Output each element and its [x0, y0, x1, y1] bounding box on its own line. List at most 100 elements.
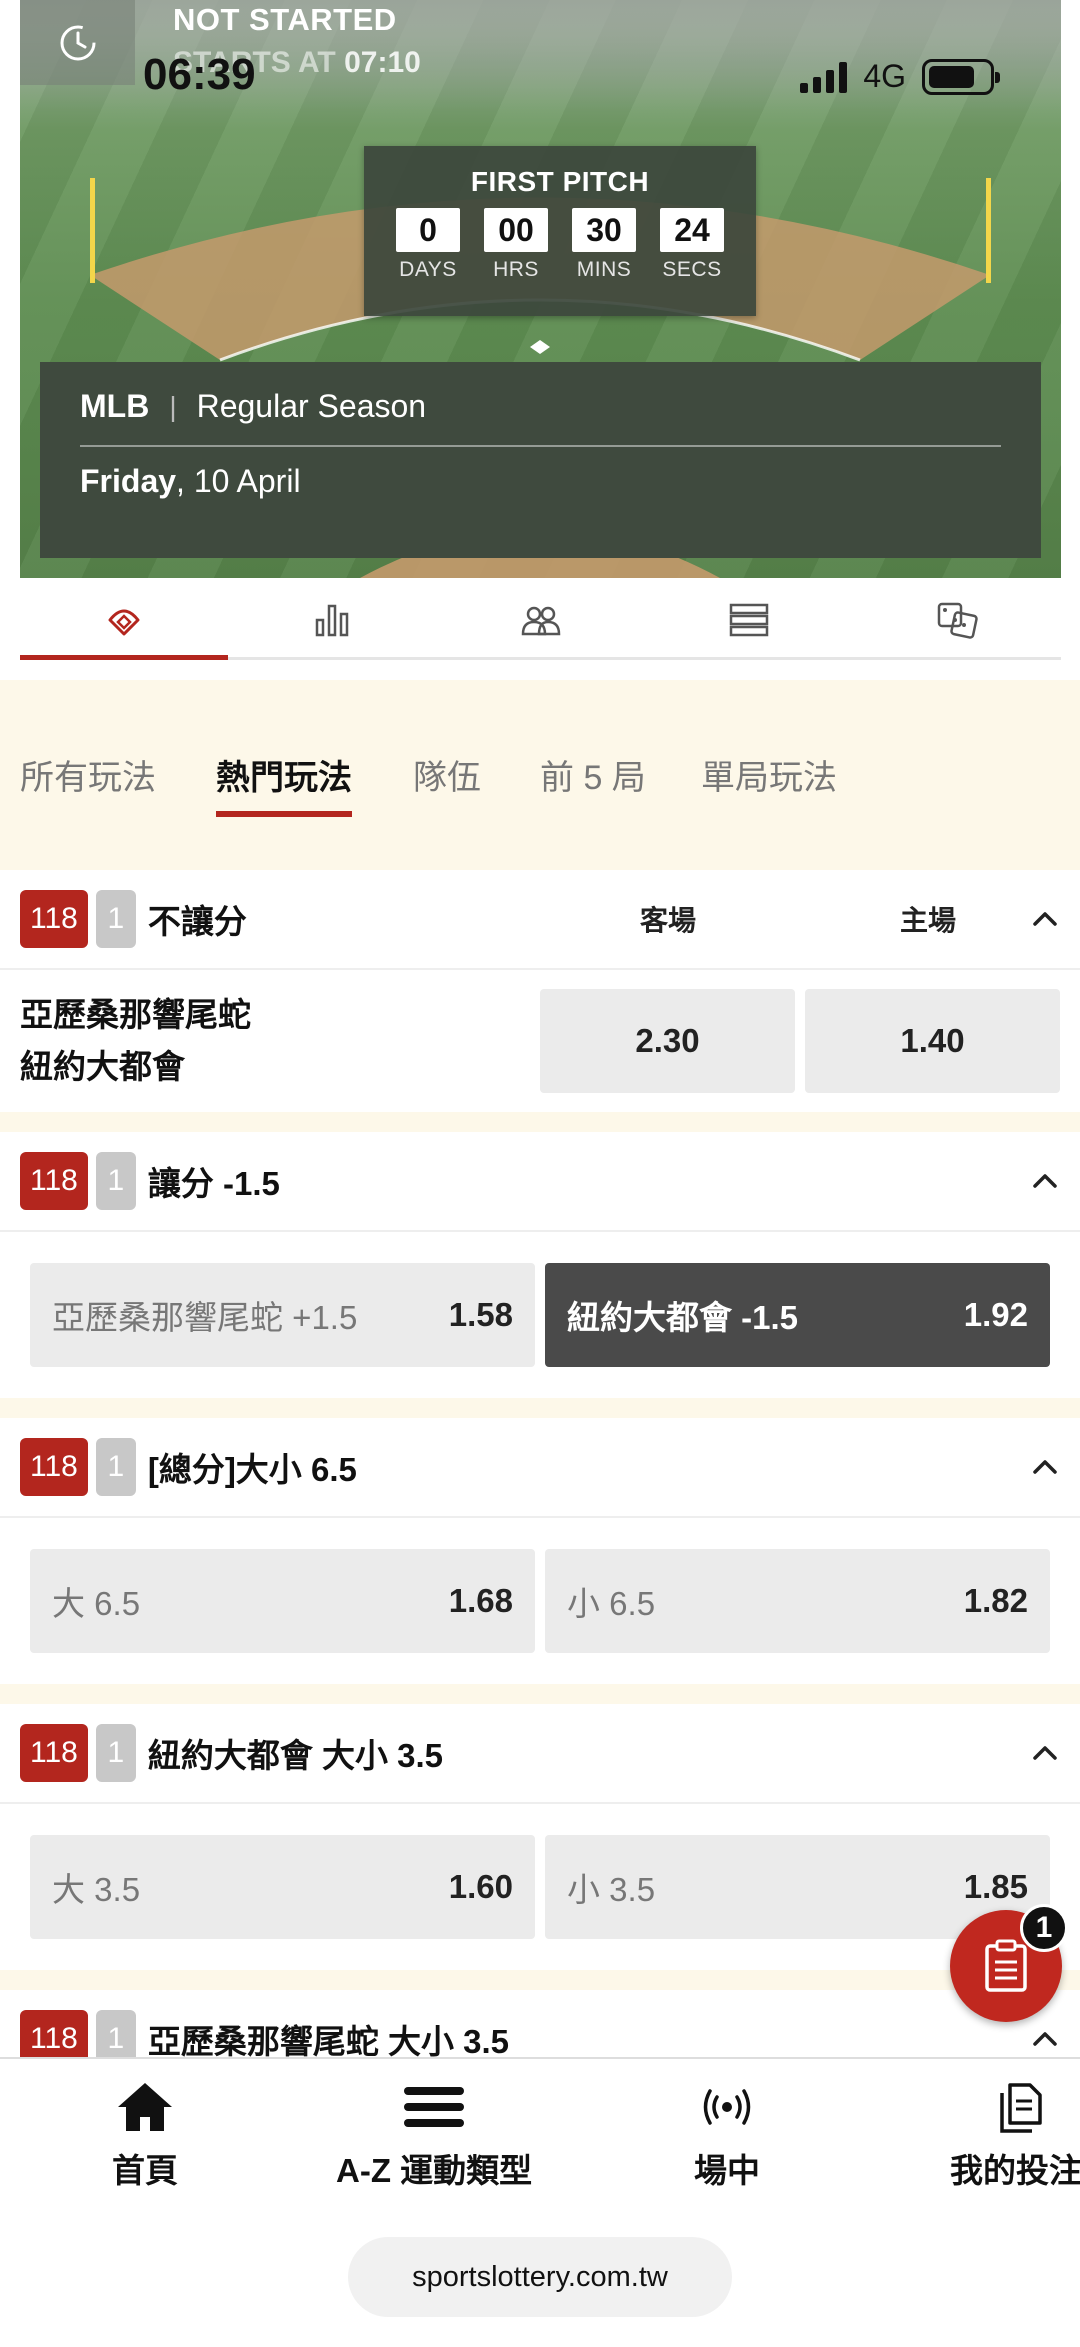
nav-home[interactable]: 首頁: [112, 2079, 178, 2192]
market-code-badge: 118: [20, 1724, 88, 1782]
status-time: 06:39: [143, 50, 256, 99]
market-category-tabs: 所有玩法 熱門玩法 隊伍 前 5 局 單局玩法: [0, 680, 1080, 870]
market-header[interactable]: 118 1 紐約大都會 大小 3.5: [0, 1704, 1080, 1804]
selection-row: 亞歷桑那響尾蛇 +1.5 1.58 紐約大都會 -1.5 1.92: [0, 1232, 1080, 1398]
match-date: Friday, 10 April: [80, 463, 1001, 500]
selection-button[interactable]: 大 6.5 1.68: [30, 1549, 535, 1653]
selection-row: 大 3.5 1.60 小 3.5 1.85: [0, 1804, 1080, 1970]
tab-field[interactable]: [20, 582, 229, 660]
selection-label: 亞歷桑那響尾蛇 +1.5: [52, 1299, 358, 1336]
countdown-label: SECS: [662, 258, 722, 281]
selection-odd: 1.92: [963, 1296, 1028, 1333]
market-count-badge: 1: [95, 890, 136, 948]
market-moneyline: 118 1 不讓分 客場 主場 亞歷桑那響尾蛇 紐約大都會 2.30 1.40: [0, 870, 1080, 1112]
selection-button-selected[interactable]: 紐約大都會 -1.5 1.92: [545, 1263, 1050, 1367]
status-indicators: 4G: [800, 58, 1000, 95]
selection-odd: 1.58: [448, 1296, 513, 1333]
chevron-up-icon[interactable]: [1032, 911, 1058, 927]
info-divider: [80, 445, 1001, 447]
selection-label: 小 3.5: [567, 1871, 656, 1908]
market-count-badge: 1: [95, 1724, 136, 1782]
selection-label: 大 6.5: [52, 1585, 141, 1622]
nav-live-label: 場中: [694, 2152, 760, 2189]
selection-label: 小 6.5: [567, 1585, 656, 1622]
selection-odd: 1.68: [448, 1582, 513, 1619]
tab-all-markets[interactable]: 所有玩法: [20, 750, 156, 799]
network-type: 4G: [863, 58, 906, 94]
countdown-label: MINS: [576, 258, 632, 281]
bottom-navigation: 首頁 A-Z 運動類型 場中 我的投注 sportslottery.com.tw: [0, 2057, 1080, 2347]
nav-live[interactable]: 場中: [694, 2079, 760, 2192]
selection-label: 大 3.5: [52, 1871, 141, 1908]
documents-icon: [1000, 2083, 1042, 2133]
betslip-icon: [985, 1939, 1027, 1992]
market-divider: [0, 1112, 1080, 1132]
match-day: Friday: [80, 463, 177, 499]
market-title: 紐約大都會 大小 3.5: [147, 1737, 444, 1774]
chevron-up-icon[interactable]: [1032, 2031, 1058, 2047]
team-home-name: 紐約大都會: [20, 1048, 185, 1085]
market-divider: [0, 1398, 1080, 1418]
column-home: 主場: [900, 905, 957, 936]
nav-az-sports[interactable]: A-Z 運動類型: [336, 2079, 532, 2192]
selection-odd: 1.82: [963, 1582, 1028, 1619]
live-broadcast-icon: [703, 2089, 751, 2125]
nav-my-bets[interactable]: 我的投注: [950, 2079, 1080, 2192]
market-header[interactable]: 118 1 [總分]大小 6.5: [0, 1418, 1080, 1518]
odd-home-button[interactable]: 1.40: [805, 989, 1060, 1093]
countdown-value: 0: [396, 208, 460, 252]
selection-button[interactable]: 亞歷桑那響尾蛇 +1.5 1.58: [30, 1263, 535, 1367]
selection-button[interactable]: 小 6.5 1.82: [545, 1549, 1050, 1653]
stats-bar-icon: [316, 604, 349, 636]
market-header[interactable]: 118 1 讓分 -1.5: [0, 1132, 1080, 1232]
chevron-up-icon[interactable]: [1032, 1173, 1058, 1189]
teams-icon: [521, 606, 560, 635]
betslip-button[interactable]: 1: [950, 1904, 1068, 2022]
countdown-value: 30: [572, 208, 636, 252]
market-title: 亞歷桑那響尾蛇 大小 3.5: [147, 2023, 510, 2060]
countdown-value: 00: [484, 208, 548, 252]
market-team-total-home: 118 1 紐約大都會 大小 3.5 大 3.5 1.60 小 3.5 1.85: [0, 1704, 1080, 1970]
list-icon: [729, 603, 768, 636]
dice-icon: [937, 602, 978, 639]
market-code-badge: 118: [20, 1438, 88, 1496]
first-pitch-countdown: FIRST PITCH 0 DAYS 00 HRS 30 MINS 24 SECS: [364, 146, 756, 316]
chevron-up-icon[interactable]: [1032, 1745, 1058, 1761]
countdown-days: 0 DAYS: [396, 208, 460, 282]
nav-home-label: 首頁: [112, 2152, 178, 2189]
countdown-label: HRS: [493, 258, 539, 281]
chevron-up-icon[interactable]: [1032, 1459, 1058, 1475]
countdown-mins: 30 MINS: [572, 208, 636, 282]
tab-stats[interactable]: [228, 582, 436, 657]
tab-popular-markets[interactable]: 熱門玩法: [216, 750, 352, 817]
market-title: 讓分 -1.5: [147, 1165, 280, 1202]
match-status: NOT STARTED: [173, 2, 397, 37]
starts-at-value: 07:10: [344, 46, 421, 79]
home-icon: [118, 2083, 172, 2131]
selection-label: 紐約大都會 -1.5: [567, 1299, 799, 1336]
market-count-badge: 1: [95, 1152, 136, 1210]
menu-icon: [404, 2087, 465, 2127]
tab-team-markets[interactable]: 隊伍: [413, 750, 481, 799]
countdown-value: 24: [660, 208, 724, 252]
countdown-secs: 24 SECS: [660, 208, 724, 282]
column-away: 客場: [640, 905, 697, 936]
nav-az-label: A-Z 運動類型: [336, 2152, 533, 2189]
address-bar[interactable]: sportslottery.com.tw: [348, 2237, 732, 2317]
tab-list[interactable]: [645, 582, 853, 657]
countdown-hours: 00 HRS: [484, 208, 548, 282]
market-header[interactable]: 118 1 不讓分 客場 主場: [0, 870, 1080, 970]
match-date-text: , 10 April: [176, 463, 301, 499]
season-name: Regular Season: [196, 388, 427, 424]
team-away-name: 亞歷桑那響尾蛇: [20, 996, 251, 1033]
tab-single-inning[interactable]: 單局玩法: [701, 750, 837, 799]
selection-odd: 1.60: [448, 1868, 513, 1905]
selection-button[interactable]: 大 3.5 1.60: [30, 1835, 535, 1939]
market-list: 118 1 不讓分 客場 主場 亞歷桑那響尾蛇 紐約大都會 2.30 1.40 …: [0, 870, 1080, 2090]
tab-teams[interactable]: [436, 582, 644, 657]
battery-icon: [922, 58, 1000, 95]
tab-dice[interactable]: [853, 582, 1061, 657]
market-divider: [0, 1970, 1080, 1990]
odd-away-button[interactable]: 2.30: [540, 989, 795, 1093]
tab-first-5-innings[interactable]: 前 5 局: [540, 750, 646, 799]
